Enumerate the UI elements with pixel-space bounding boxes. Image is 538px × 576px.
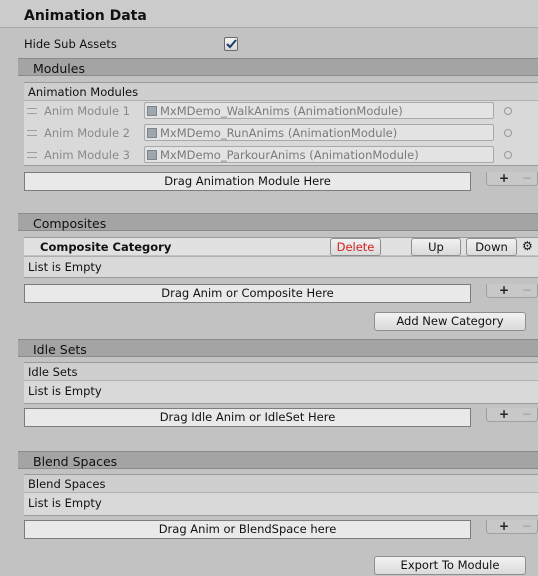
anim-module-value: MxMDemo_ParkourAnims (AnimationModule) xyxy=(160,147,419,162)
remove-icon[interactable]: − xyxy=(522,171,532,185)
anim-module-field[interactable]: MxMDemo_ParkourAnims (AnimationModule) xyxy=(144,146,494,163)
modules-section-header[interactable]: Modules xyxy=(18,58,538,76)
remove-icon[interactable]: − xyxy=(522,283,532,297)
asset-icon xyxy=(147,105,157,116)
up-button[interactable]: Up xyxy=(411,238,461,256)
anim-module-value: MxMDemo_RunAnims (AnimationModule) xyxy=(160,125,398,140)
modules-section-title: Modules xyxy=(33,61,85,76)
add-new-category-button[interactable]: Add New Category xyxy=(374,312,526,331)
blend-spaces-section-header[interactable]: Blend Spaces xyxy=(18,451,538,469)
add-icon[interactable]: + xyxy=(499,171,509,185)
idle-sets-list-title: Idle Sets xyxy=(28,365,78,379)
idle-sets-section-header[interactable]: Idle Sets xyxy=(18,339,538,357)
idle-sets-list-header: Idle Sets xyxy=(24,362,538,380)
hide-sub-assets-checkbox[interactable] xyxy=(224,37,238,51)
idle-sets-section-title: Idle Sets xyxy=(33,342,87,357)
blend-spaces-list-header: Blend Spaces xyxy=(24,474,538,492)
add-icon[interactable]: + xyxy=(499,519,509,533)
animation-module-drop-zone[interactable]: Drag Animation Module Here xyxy=(24,172,471,191)
composites-section-title: Composites xyxy=(33,216,107,231)
hide-sub-assets-label: Hide Sub Assets xyxy=(24,37,117,51)
empty-list-label: List is Empty xyxy=(28,260,102,274)
object-picker-icon[interactable] xyxy=(504,129,512,137)
add-icon[interactable]: + xyxy=(499,283,509,297)
blend-spaces-list-title: Blend Spaces xyxy=(28,477,106,491)
add-icon[interactable]: + xyxy=(499,407,509,421)
anim-module-value: MxMDemo_WalkAnims (AnimationModule) xyxy=(160,103,403,118)
drag-handle-icon[interactable] xyxy=(27,108,37,114)
delete-button[interactable]: Delete xyxy=(330,238,381,256)
object-picker-icon[interactable] xyxy=(504,107,512,115)
anim-module-label: Anim Module 2 xyxy=(44,126,130,140)
drag-handle-icon[interactable] xyxy=(27,152,37,158)
checkmark-icon xyxy=(225,39,237,49)
gear-icon[interactable]: ⚙ xyxy=(522,239,533,253)
export-to-module-button[interactable]: Export To Module xyxy=(374,556,526,575)
inspector-title: Animation Data xyxy=(24,8,147,24)
remove-icon[interactable]: − xyxy=(522,407,532,421)
anim-module-field[interactable]: MxMDemo_WalkAnims (AnimationModule) xyxy=(144,102,494,119)
blend-space-drop-zone[interactable]: Drag Anim or BlendSpace here xyxy=(24,520,471,539)
anim-module-field[interactable]: MxMDemo_RunAnims (AnimationModule) xyxy=(144,124,494,141)
blend-spaces-list: List is Empty xyxy=(24,492,538,516)
animation-modules-list-title: Animation Modules xyxy=(28,85,139,99)
animation-modules-list-header: Animation Modules xyxy=(24,82,538,100)
anim-module-label: Anim Module 1 xyxy=(44,104,130,118)
empty-list-label: List is Empty xyxy=(28,496,102,510)
drag-handle-icon[interactable] xyxy=(27,130,37,136)
object-picker-icon[interactable] xyxy=(504,151,512,159)
idle-set-drop-zone[interactable]: Drag Idle Anim or IdleSet Here xyxy=(24,408,471,427)
asset-icon xyxy=(147,127,157,138)
idle-sets-list: List is Empty xyxy=(24,380,538,404)
empty-list-label: List is Empty xyxy=(28,384,102,398)
composites-section-header[interactable]: Composites xyxy=(18,213,538,231)
down-button[interactable]: Down xyxy=(466,238,517,256)
anim-module-label: Anim Module 3 xyxy=(44,148,130,162)
blend-spaces-section-title: Blend Spaces xyxy=(33,454,118,469)
composite-category-title: Composite Category xyxy=(40,240,172,254)
remove-icon[interactable]: − xyxy=(522,519,532,533)
composite-drop-zone[interactable]: Drag Anim or Composite Here xyxy=(24,284,471,303)
composite-list: List is Empty xyxy=(24,256,538,278)
asset-icon xyxy=(147,149,157,160)
